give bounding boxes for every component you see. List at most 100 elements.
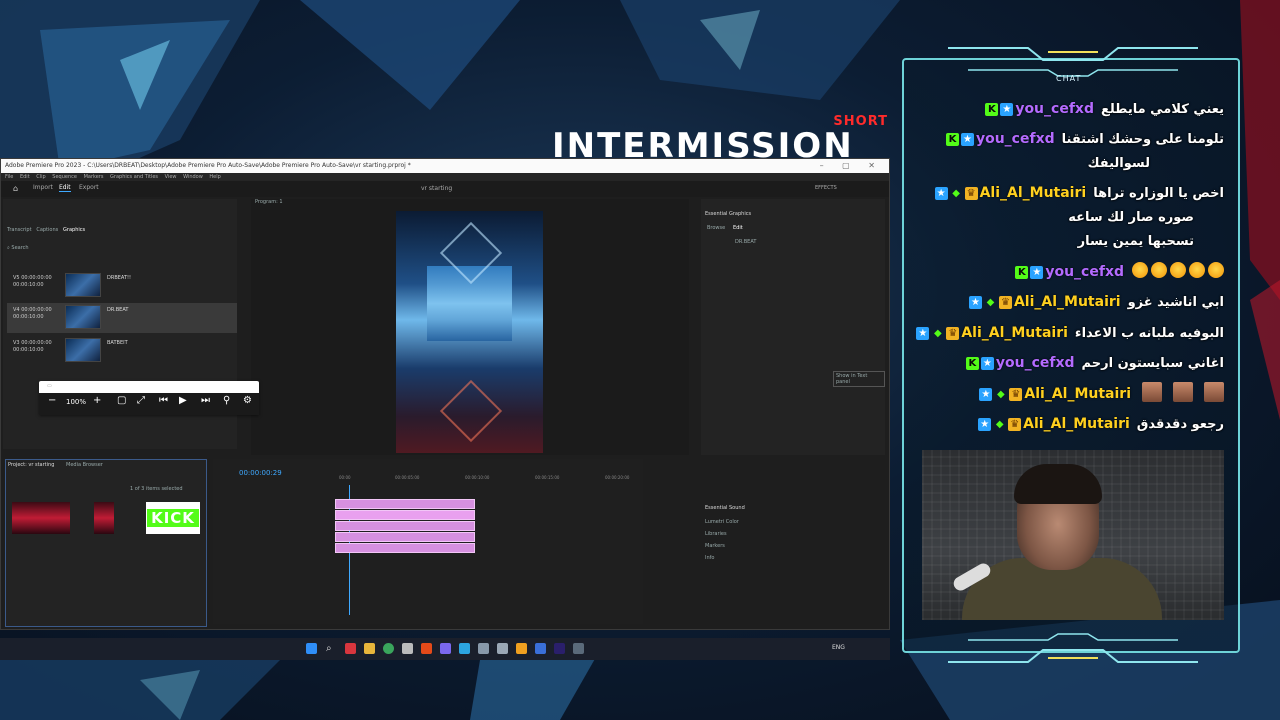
panel-libraries[interactable]: Libraries (705, 531, 727, 537)
chat-message: K ★ you_cefxd (1015, 259, 1224, 285)
chat-username[interactable]: you_cefxd (1015, 101, 1094, 117)
menu-file[interactable]: File (5, 174, 13, 180)
tab-media-browser[interactable]: Media Browser (66, 462, 103, 468)
window-controls[interactable]: – ▢ ✕ (820, 159, 883, 173)
timeline-ruler[interactable]: 00:00 00:00:05:00 00:00:10:00 00:00:15:0… (333, 475, 633, 483)
timeline-clip[interactable] (335, 521, 475, 531)
eg-tab-browse[interactable]: Browse (707, 225, 725, 231)
pin-icon[interactable]: ⚲ (223, 395, 230, 406)
tab-graphics[interactable]: Graphics (63, 227, 85, 233)
search-input[interactable]: ⌕ Search (7, 245, 29, 251)
menu-help[interactable]: Help (209, 174, 220, 180)
tab-project[interactable]: Project: vr starting (8, 462, 54, 468)
chat-username[interactable]: Ali_Al_Mutairi (961, 325, 1068, 341)
project-thumbnail[interactable] (12, 502, 70, 534)
laughing-emoji-icon (1151, 262, 1167, 278)
effects-label[interactable]: EFFECTS (815, 185, 837, 191)
tab-edit[interactable]: Edit (59, 184, 71, 192)
crown-badge-icon: ♛ (964, 186, 978, 200)
timeline-timecode[interactable]: 00:00:00:29 (239, 469, 282, 477)
menu-window[interactable]: Window (183, 174, 203, 180)
sub-badge-icon: ★ (1030, 265, 1044, 279)
eg-layer[interactable]: DR.BEAT (735, 239, 756, 245)
step-back-icon[interactable]: ⏮ (159, 395, 168, 406)
zoom-out-icon[interactable]: − (48, 395, 56, 406)
chat-footer-ornament (948, 633, 1198, 663)
menu-edit[interactable]: Edit (20, 174, 30, 180)
gear-icon[interactable]: ⚙ (243, 395, 252, 406)
play-icon[interactable]: ▶ (179, 395, 187, 406)
graphics-item-selected[interactable]: V4 00:00:00:00 00:00:10:00 DR.BEAT (7, 303, 237, 333)
chat-username[interactable]: you_cefxd (976, 131, 1055, 147)
show-in-text-panel-button[interactable]: Show in Text panel (833, 371, 885, 387)
chat-text: يعني كلامي مايطلع (1100, 101, 1224, 117)
windows-taskbar: ⌕ ENG (0, 638, 890, 660)
program-preview[interactable] (396, 211, 543, 453)
home-icon[interactable]: ⌂ (13, 184, 18, 193)
settings-icon[interactable] (497, 643, 508, 654)
chat-username[interactable]: Ali_Al_Mutairi (1024, 386, 1131, 402)
zoom-in-icon[interactable]: + (93, 395, 101, 406)
folder-icon[interactable] (364, 643, 375, 654)
app-icon[interactable] (402, 643, 413, 654)
app-icon[interactable] (421, 643, 432, 654)
panel-info[interactable]: Info (705, 555, 714, 561)
language-indicator[interactable]: ENG (832, 644, 845, 651)
search-icon: ⌕ (7, 245, 10, 251)
timeline-panel: 00:00:00:29 00:00 00:00:05:00 00:00:10:0… (213, 459, 643, 624)
tab-export[interactable]: Export (79, 184, 99, 191)
ruler-tick: 00:00:10:00 (465, 475, 490, 480)
menu-markers[interactable]: Markers (84, 174, 104, 180)
graphics-item[interactable]: V3 00:00:00:00 00:00:10:00 BATBEIT (7, 336, 237, 366)
kick-logo: KICK (147, 509, 199, 527)
chat-message: ★ ◆ ♛ Ali_Al_Mutairi رجعو دقدقدق (978, 411, 1224, 437)
app-icon[interactable] (573, 643, 584, 654)
workspace-header: ⌂ Import Edit Export vr starting EFFECTS (1, 181, 889, 197)
search-icon[interactable]: ⌕ (326, 643, 337, 654)
app-icon[interactable] (345, 643, 356, 654)
safe-margins-icon[interactable]: ▢ (117, 395, 126, 406)
discord-icon[interactable] (440, 643, 451, 654)
chat-text: اغاني سبايستون ارحم (1081, 355, 1224, 371)
chat-text-continued: تسحبها يمين يسار (1077, 234, 1194, 249)
project-name: vr starting (421, 185, 453, 192)
graphics-item[interactable]: V5 00:00:00:00 00:00:10:00 DRBEAT!! (7, 271, 237, 301)
windows-start-icon[interactable] (306, 643, 317, 654)
step-forward-icon[interactable]: ⏭ (201, 395, 210, 406)
menu-graphics[interactable]: Graphics and Titles (110, 174, 158, 180)
menu-sequence[interactable]: Sequence (52, 174, 77, 180)
app-icon[interactable] (516, 643, 527, 654)
tab-transcript[interactable]: Transcript (7, 227, 32, 233)
chat-username[interactable]: Ali_Al_Mutairi (980, 185, 1087, 201)
graphics-tc-in: 00:00:00:00 (21, 307, 52, 313)
chat-username[interactable]: you_cefxd (996, 355, 1075, 371)
chat-text: البوفيه ملبانه ب الاعداء (1074, 325, 1224, 341)
eg-tab-edit[interactable]: Edit (733, 225, 743, 231)
diamond-badge-icon: ◆ (995, 418, 1004, 430)
app-icon[interactable] (535, 643, 546, 654)
panel-lumetri[interactable]: Lumetri Color (705, 519, 739, 525)
graphics-tc-out: 00:00:10:00 (13, 282, 44, 288)
menu-clip[interactable]: Clip (36, 174, 45, 180)
project-thumbnail[interactable] (94, 502, 114, 534)
tab-import[interactable]: Import (33, 184, 53, 191)
kick-thumbnail[interactable]: KICK (146, 502, 200, 534)
panel-markers[interactable]: Markers (705, 543, 725, 549)
chat-username[interactable]: Ali_Al_Mutairi (1014, 294, 1121, 310)
chat-username[interactable]: you_cefxd (1045, 264, 1124, 280)
timeline-clip[interactable] (335, 499, 475, 509)
menu-view[interactable]: View (165, 174, 177, 180)
graphics-thumbnail (65, 273, 101, 297)
app-icon[interactable] (478, 643, 489, 654)
diamond-badge-icon: ◆ (986, 296, 995, 308)
laughing-emoji-icon (1189, 262, 1205, 278)
timeline-clip[interactable] (335, 510, 475, 520)
telegram-icon[interactable] (459, 643, 470, 654)
tab-captions[interactable]: Captions (36, 227, 58, 233)
premiere-icon[interactable] (554, 643, 565, 654)
chat-username[interactable]: Ali_Al_Mutairi (1023, 416, 1130, 432)
timeline-clip[interactable] (335, 532, 475, 542)
chrome-icon[interactable] (383, 643, 394, 654)
fit-icon[interactable]: ⤢ (137, 395, 145, 406)
timeline-clip[interactable] (335, 543, 475, 553)
